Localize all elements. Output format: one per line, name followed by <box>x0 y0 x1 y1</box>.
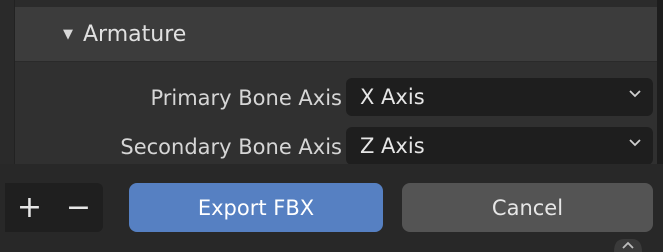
secondary-bone-axis-value: Z Axis <box>360 134 425 158</box>
preset-button-group: + − <box>5 183 103 232</box>
primary-bone-axis-label: Primary Bone Axis <box>150 86 342 110</box>
armature-panel-header[interactable]: ▼ Armature <box>15 7 657 62</box>
top-divider <box>15 0 657 7</box>
triangle-down-icon: ▼ <box>63 26 73 42</box>
secondary-bone-axis-label: Secondary Bone Axis <box>120 135 342 159</box>
secondary-bone-axis-row: Secondary Bone Axis Z Axis <box>15 127 657 167</box>
cancel-button[interactable]: Cancel <box>402 183 653 232</box>
armature-panel-body: Primary Bone Axis X Axis Secondary Bone … <box>15 62 657 167</box>
chevron-down-icon <box>629 139 641 147</box>
remove-preset-button[interactable]: − <box>54 183 103 232</box>
right-edge <box>657 0 663 164</box>
resize-handle-icon[interactable] <box>614 235 642 252</box>
left-edge <box>0 0 15 164</box>
add-preset-button[interactable]: + <box>5 183 54 232</box>
export-fbx-button[interactable]: Export FBX <box>129 183 383 232</box>
primary-bone-axis-row: Primary Bone Axis X Axis <box>15 78 657 118</box>
chevron-down-icon <box>629 90 641 98</box>
primary-bone-axis-select[interactable]: X Axis <box>346 78 653 116</box>
dialog-footer: + − Export FBX Cancel <box>0 164 663 252</box>
secondary-bone-axis-select[interactable]: Z Axis <box>346 127 653 165</box>
panel-title: Armature <box>83 21 187 47</box>
primary-bone-axis-value: X Axis <box>360 85 425 109</box>
